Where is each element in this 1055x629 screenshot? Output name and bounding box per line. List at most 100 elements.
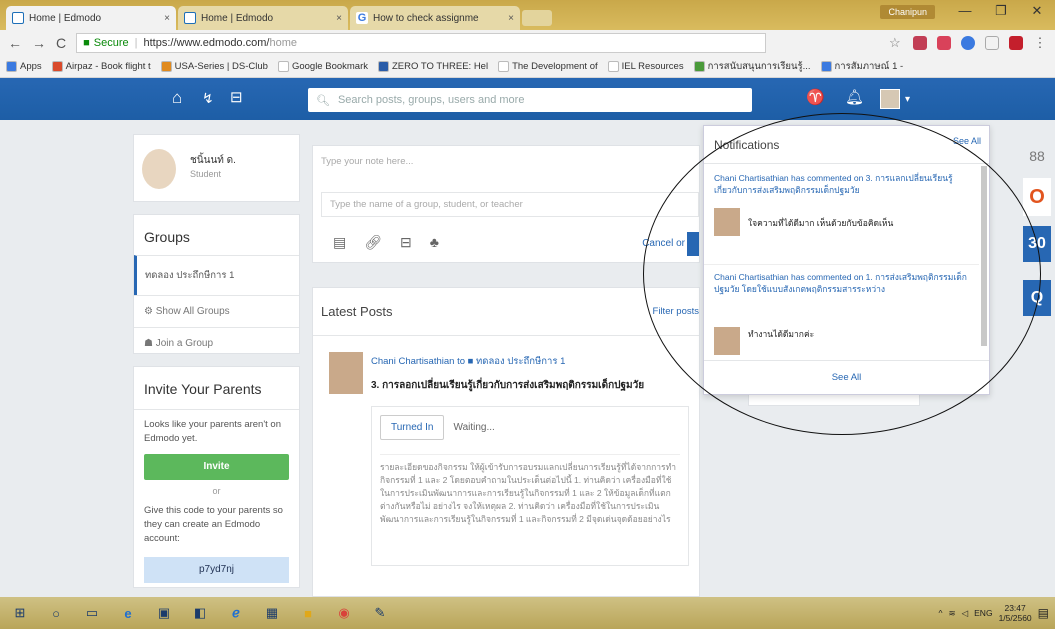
clock-time: 23:47 (1004, 603, 1026, 613)
file-explorer-icon[interactable]: ■ (298, 603, 318, 623)
account-avatar[interactable] (880, 89, 900, 109)
tab-close-icon[interactable]: × (508, 13, 514, 24)
calendar-icon[interactable]: 30 (1023, 226, 1051, 262)
notification-item[interactable]: Chani Chartisathian has commented on 1. … (704, 264, 979, 360)
pocket-icon[interactable] (913, 36, 927, 50)
notification-item[interactable]: Chani Chartisathian has commented on 3. … (704, 166, 979, 264)
notification-bell-icon[interactable]: 🔔︎ (845, 88, 864, 106)
library-icon[interactable]: ⊟ (400, 234, 412, 251)
notification-text: Chani Chartisathian has commented on 3. … (714, 173, 953, 195)
search-icon[interactable]: ○ (46, 603, 66, 623)
show-all-groups-link[interactable]: ⚙ Show All Groups (134, 295, 299, 327)
link-icon[interactable]: 🔗︎ (364, 234, 382, 251)
ie-icon[interactable]: ℯ (226, 603, 246, 623)
group-item[interactable]: ทดลอง ประถึกษีการ 1 (134, 255, 299, 295)
extension-pdf-icon[interactable] (1009, 36, 1023, 50)
bookmark-icon (607, 61, 619, 72)
progress-icon[interactable]: ↯ (202, 90, 214, 107)
home-icon[interactable]: ⌂ (172, 88, 182, 108)
wifi-icon[interactable]: ≋ (948, 608, 955, 619)
language-indicator[interactable]: ENG (974, 608, 992, 618)
recipient-input[interactable]: Type the name of a group, student, or te… (321, 192, 699, 217)
action-center-icon[interactable]: ▤ (1038, 606, 1049, 620)
cancel-link[interactable]: Cancel or (642, 238, 685, 249)
new-tab-button[interactable] (522, 10, 552, 26)
profile-name[interactable]: ชนิ้นนท์ ด. (190, 153, 236, 168)
chrome-icon[interactable]: ◉ (334, 603, 354, 623)
note-input[interactable]: Type your note here... (321, 156, 413, 167)
send-button[interactable] (687, 232, 699, 256)
tab-edmodo-home-2[interactable]: Home | Edmodo × (178, 6, 348, 30)
bookmark-item[interactable]: The Development of (498, 61, 598, 72)
bookmark-label: Airpaz - Book flight t (65, 61, 151, 72)
bookmark-item[interactable]: IEL Resources (607, 61, 684, 72)
star-icon[interactable]: ☆ (889, 36, 903, 50)
tab-close-icon[interactable]: × (336, 13, 342, 24)
search-input[interactable]: 🔍︎ Search posts, groups, users and more (308, 88, 752, 112)
post-title[interactable]: 3. การลอกเปลี่ยนเรียนรู้เกี่ยวกับการส่งเ… (371, 378, 644, 393)
reload-button[interactable]: C (56, 35, 66, 51)
invite-button[interactable]: Invite (144, 454, 289, 480)
bookmark-item[interactable]: ZERO TO THREE: Hel (378, 61, 488, 72)
minimize-button[interactable]: — (947, 0, 983, 24)
bookmark-item[interactable]: การสัมภาษณ์ 1 - (820, 59, 903, 74)
extension-blue-icon[interactable] (961, 36, 975, 50)
tab-how-to-check[interactable]: G How to check assignme × (350, 6, 520, 30)
paint-icon[interactable]: ✎ (370, 603, 390, 623)
photos-icon[interactable]: ▦ (262, 603, 282, 623)
parent-code[interactable]: p7yd7nj (144, 557, 289, 583)
bookmark-label: การสนับสนุนการเรียนรู้... (707, 61, 811, 72)
profile-role: Student (190, 169, 222, 179)
clock[interactable]: 23:47 1/5/2560 (999, 603, 1032, 623)
post-author[interactable]: Chani Chartisathian to ■ ทดลอง ประถึกษีก… (371, 354, 565, 369)
turned-in-button[interactable]: Turned In (380, 415, 445, 440)
windows-app-icon[interactable]: ◧ (190, 603, 210, 623)
bookmark-item[interactable]: การสนับสนุนการเรียนรู้... (693, 59, 811, 74)
edge-icon[interactable]: e (118, 603, 138, 623)
extension-grey-icon[interactable] (985, 36, 999, 50)
groups-title: Groups (144, 229, 190, 245)
url-bar[interactable]: ■ Secure | https://www.edmodo.com/home (76, 33, 767, 53)
task-view-icon[interactable]: ▭ (82, 603, 102, 623)
notification-text: Chani Chartisathian has commented on 1. … (714, 272, 967, 294)
maximize-button[interactable]: ❐ (983, 0, 1019, 24)
window-user-badge[interactable]: Chanipun (880, 5, 935, 19)
back-button[interactable]: ← (8, 35, 22, 51)
tray-up-icon[interactable]: ^ (938, 608, 942, 618)
assignment-box: Turned In Waiting... รายละเอียดของกิจกรร… (371, 406, 689, 566)
avatar[interactable] (142, 149, 176, 189)
apps-grid-icon[interactable]: 88 (1023, 140, 1051, 172)
tab-edmodo-home-1[interactable]: Home | Edmodo × (6, 6, 176, 30)
trophy-icon[interactable]: ♈ (806, 88, 825, 106)
forward-button[interactable]: → (32, 35, 46, 51)
avatar (714, 327, 740, 355)
invite-text: Looks like your parents aren't on Edmodo… (144, 419, 282, 444)
office-icon[interactable]: O (1023, 178, 1051, 216)
filter-posts-link[interactable]: Filter posts (653, 306, 699, 317)
close-window-button[interactable]: ✕ (1019, 0, 1055, 24)
join-group-link[interactable]: ☗ Join a Group (134, 327, 299, 359)
see-all-top-link[interactable]: See All (953, 136, 981, 146)
notification-message: ทำงานได้ดีมากค่ะ (748, 329, 815, 339)
start-button[interactable]: ⊞ (10, 603, 30, 623)
chevron-down-icon[interactable]: ▾ (905, 94, 910, 105)
tab-close-icon[interactable]: × (164, 13, 170, 24)
see-all-link[interactable]: See All (704, 360, 989, 394)
quiz-icon[interactable]: Q (1023, 280, 1051, 316)
bookmark-icon (160, 61, 172, 72)
file-icon[interactable]: ▤ (333, 234, 346, 251)
store-icon[interactable]: ▣ (154, 603, 174, 623)
backpack-icon[interactable]: ⊟ (230, 88, 243, 106)
extension-red-icon[interactable] (937, 36, 951, 50)
google-drive-icon[interactable]: ♣ (430, 234, 439, 251)
bookmark-item[interactable]: Airpaz - Book flight t (51, 61, 151, 72)
show-all-groups-label: Show All Groups (155, 306, 230, 317)
bookmark-item[interactable]: USA-Series | DS-Club (160, 61, 268, 72)
google-favicon-icon: G (356, 12, 368, 24)
bookmark-item[interactable]: Apps (6, 61, 42, 72)
volume-icon[interactable]: ◁ (962, 608, 969, 619)
avatar[interactable] (329, 352, 363, 394)
bookmark-item[interactable]: Google Bookmark (277, 61, 368, 72)
notifications-scrollbar[interactable] (981, 166, 987, 346)
menu-icon[interactable]: ⋮ (1033, 36, 1047, 50)
